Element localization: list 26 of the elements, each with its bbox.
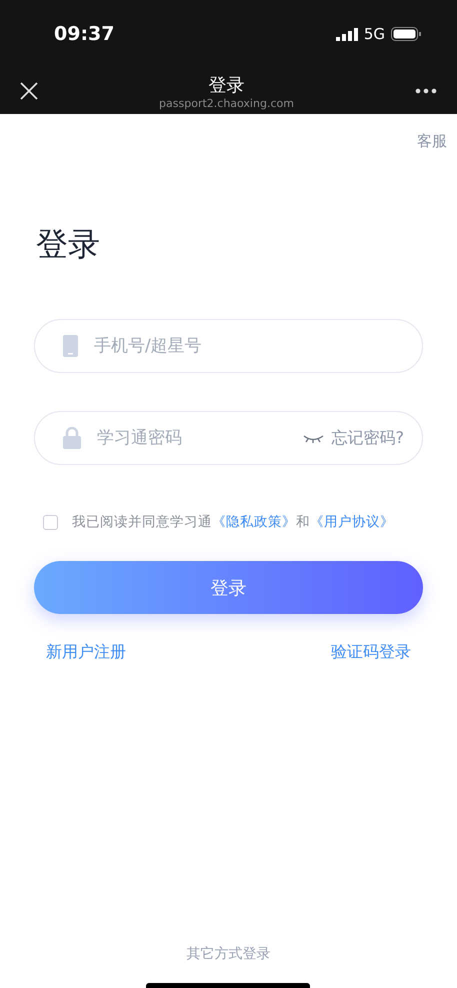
privacy-policy-link[interactable]: 《隐私政策》 (212, 514, 296, 530)
closed-eye-icon[interactable] (302, 434, 324, 442)
login-heading: 登录 (36, 224, 101, 265)
sms-login-link[interactable]: 验证码登录 (331, 642, 411, 663)
network-label: 5G (364, 25, 385, 43)
phone-icon (63, 335, 78, 357)
phone-input[interactable]: 手机号/超星号 (92, 335, 404, 357)
signal-icon (336, 28, 358, 40)
user-agreement-link[interactable]: 《用户协议》 (310, 514, 394, 530)
battery-icon (391, 27, 421, 41)
login-button[interactable]: 登录 (34, 561, 423, 614)
page-url: passport2.chaoxing.com (159, 96, 294, 110)
page-title: 登录 (208, 74, 244, 96)
agreement-checkbox[interactable] (43, 514, 58, 530)
register-link[interactable]: 新用户注册 (46, 642, 126, 663)
more-icon[interactable] (414, 88, 437, 94)
phone-field[interactable]: 手机号/超星号 (34, 319, 423, 373)
agreement-text: 我已阅读并同意学习通《隐私政策》和《用户协议》 (72, 513, 394, 531)
status-time: 09:37 (54, 23, 114, 45)
password-field[interactable]: 学习通密码 忘记密码? (34, 411, 423, 465)
forgot-password-link[interactable]: 忘记密码? (302, 428, 404, 448)
other-login-link[interactable]: 其它方式登录 (186, 945, 270, 963)
close-icon[interactable] (20, 82, 38, 100)
customer-service-link[interactable]: 客服 (417, 132, 447, 151)
password-input[interactable]: 学习通密码 (95, 427, 288, 449)
lock-icon (63, 427, 81, 449)
